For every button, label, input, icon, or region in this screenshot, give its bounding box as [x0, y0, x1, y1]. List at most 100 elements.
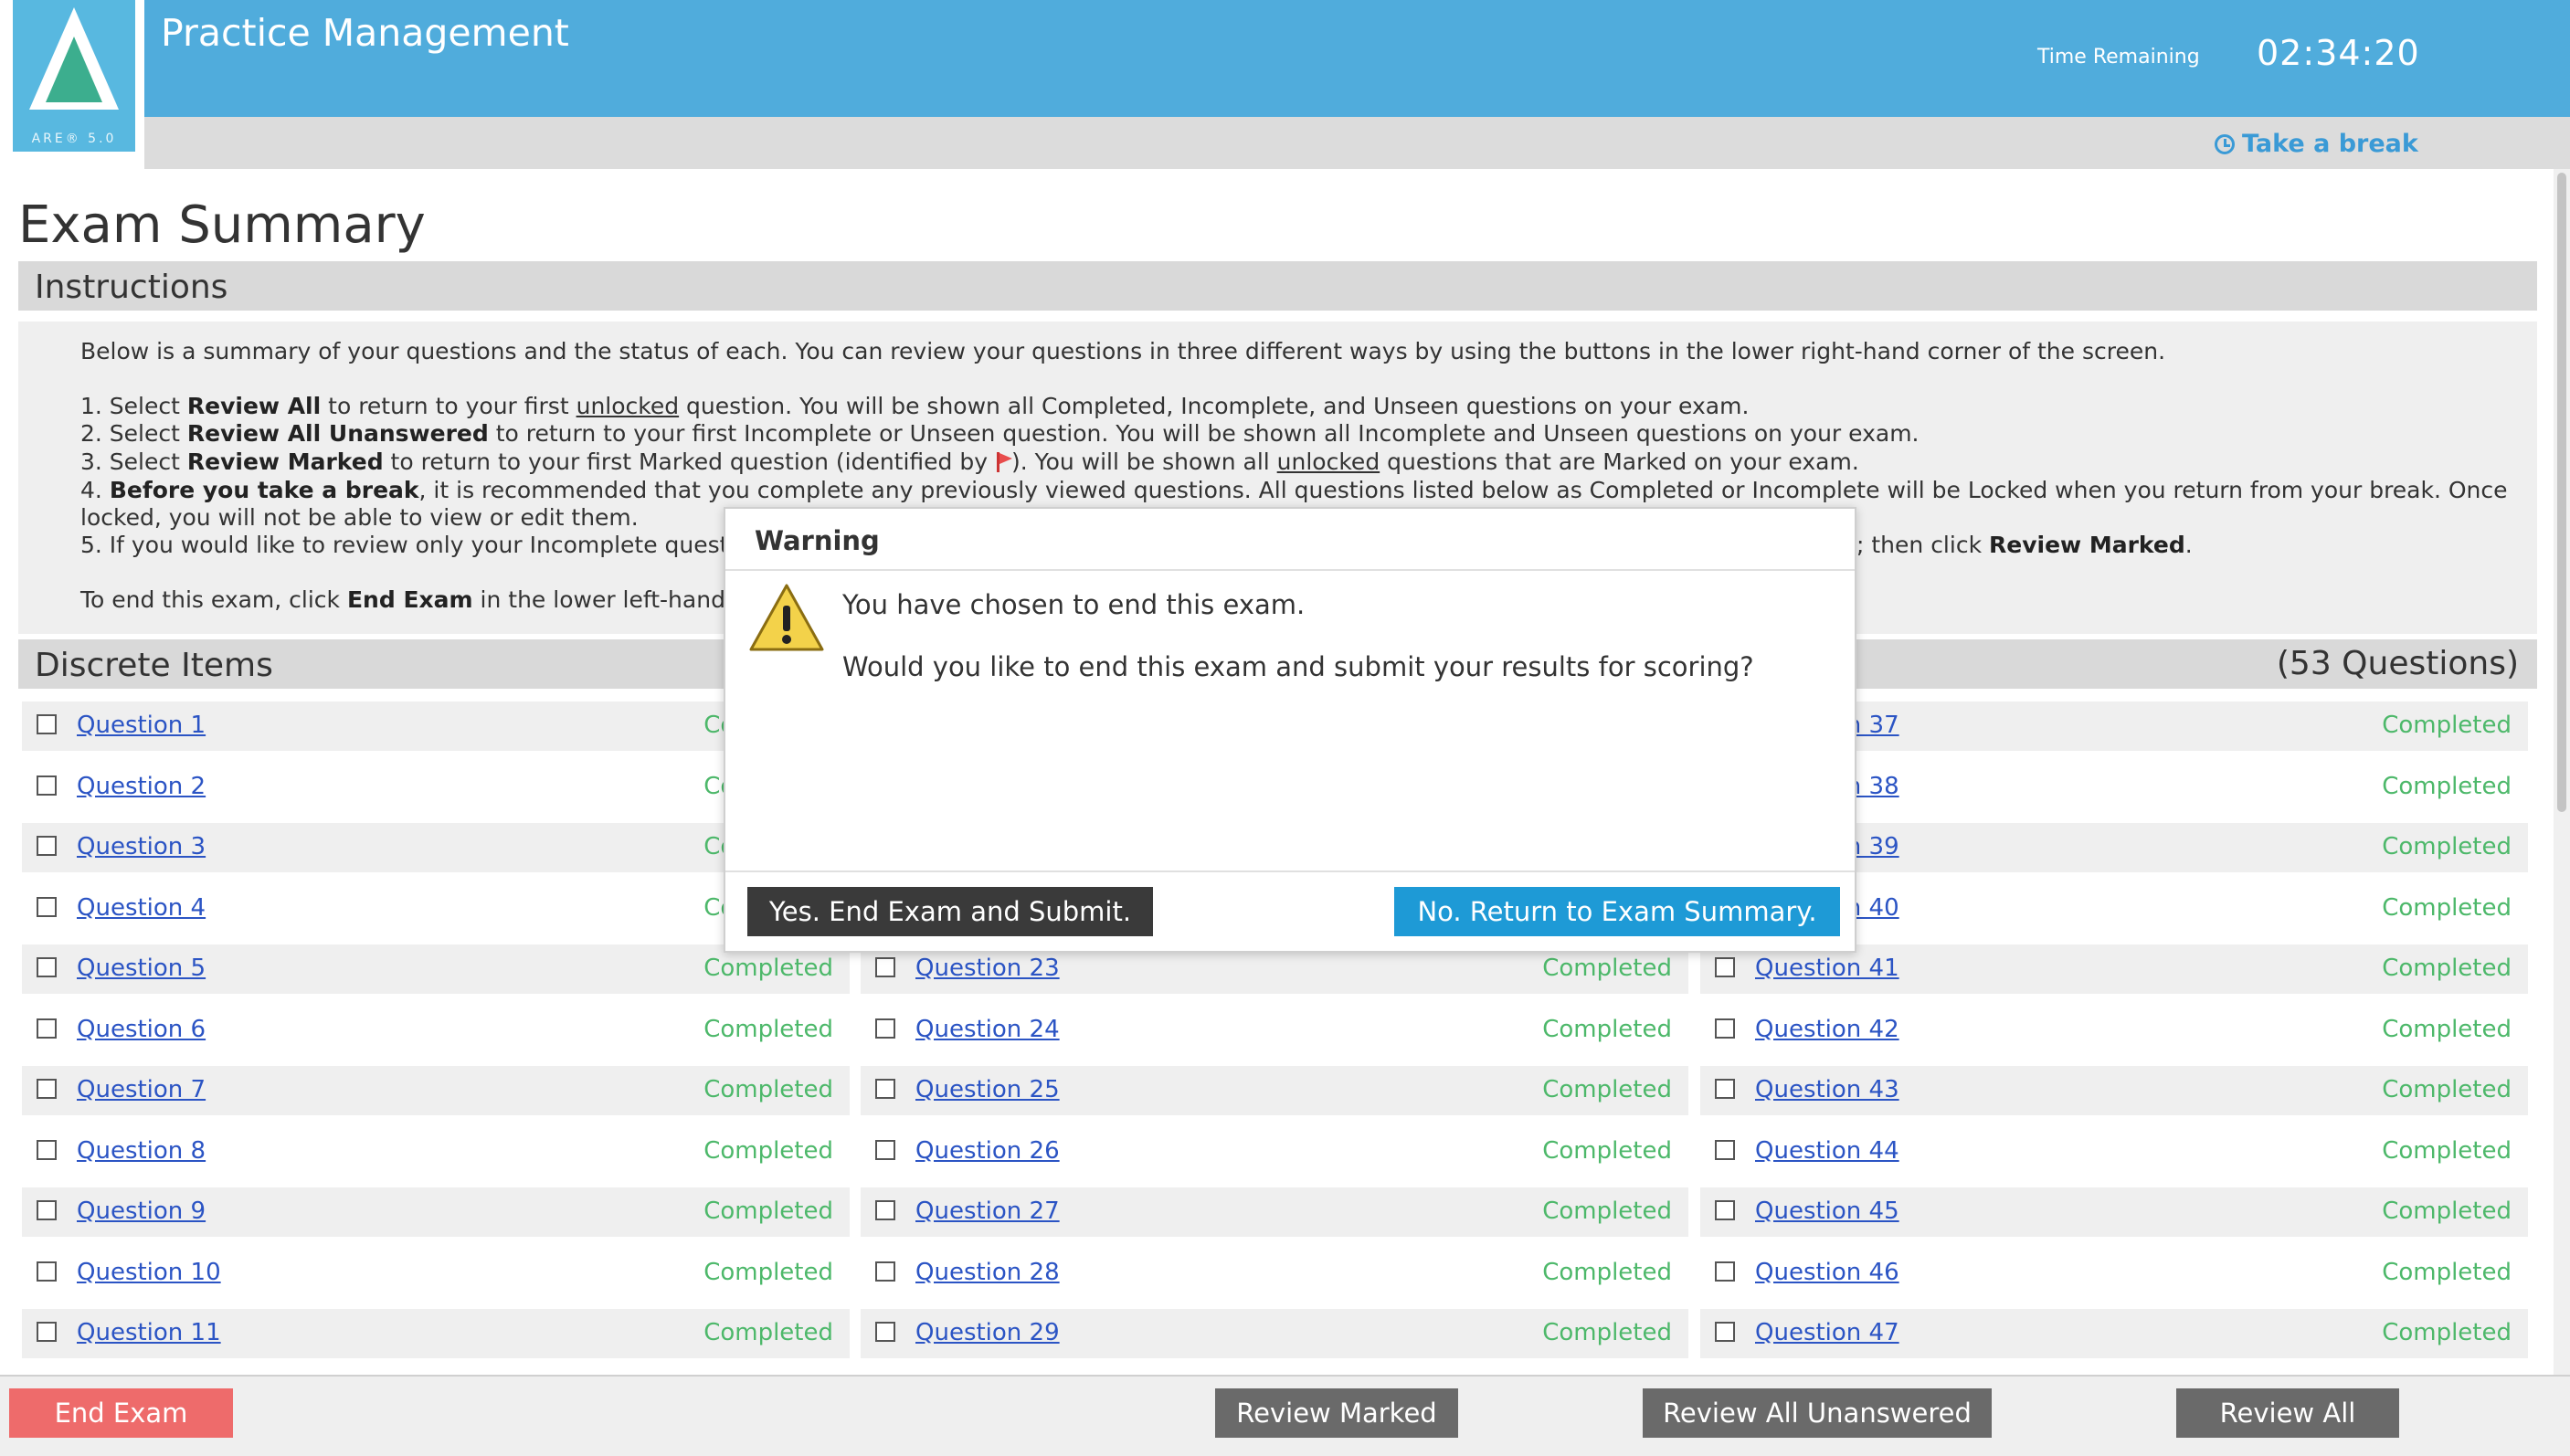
mark-checkbox[interactable]: [37, 1140, 57, 1160]
scrollbar-thumb[interactable]: [2557, 173, 2566, 812]
confirm-end-exam-button[interactable]: Yes. End Exam and Submit.: [747, 887, 1153, 936]
question-link[interactable]: Question 1: [77, 712, 206, 739]
review-all-unanswered-button[interactable]: Review All Unanswered: [1643, 1388, 1992, 1438]
question-status: Completed: [2382, 955, 2512, 982]
question-link[interactable]: Question 4: [77, 894, 206, 922]
end-exam-note: To end this exam, click End Exam in the …: [80, 586, 725, 613]
mark-checkbox[interactable]: [37, 1018, 57, 1039]
question-link[interactable]: Question 46: [1755, 1259, 1899, 1286]
question-status: Completed: [1542, 1198, 1672, 1225]
mark-checkbox[interactable]: [1715, 1200, 1735, 1220]
instruction-item-5: 5. If you would like to review only your…: [80, 532, 729, 558]
question-row: Question 9 Completed: [22, 1187, 850, 1237]
mark-checkbox[interactable]: [875, 1079, 895, 1099]
question-link[interactable]: Question 7: [77, 1076, 206, 1103]
question-row: Question 8 Completed: [22, 1127, 850, 1176]
question-status: Completed: [1542, 1016, 1672, 1043]
mark-checkbox[interactable]: [37, 897, 57, 917]
mark-checkbox[interactable]: [37, 1200, 57, 1220]
question-link[interactable]: Question 9: [77, 1198, 206, 1225]
question-status: Completed: [2382, 712, 2512, 739]
question-status: Completed: [2382, 773, 2512, 800]
question-row: Question 42 Completed: [1700, 1006, 2528, 1055]
question-link[interactable]: Question 24: [915, 1016, 1060, 1043]
mark-checkbox[interactable]: [1715, 1322, 1735, 1342]
instruction-item-3: 3. Select Review Marked to return to you…: [80, 448, 1859, 475]
app-title: Practice Management: [161, 11, 569, 55]
question-link[interactable]: Question 23: [915, 955, 1060, 982]
mark-checkbox[interactable]: [37, 714, 57, 734]
mark-checkbox[interactable]: [875, 1261, 895, 1282]
mark-checkbox[interactable]: [37, 836, 57, 856]
mark-checkbox[interactable]: [1715, 957, 1735, 977]
question-status: Completed: [2382, 833, 2512, 860]
question-row: Question 24 Completed: [861, 1006, 1688, 1055]
mark-checkbox[interactable]: [875, 957, 895, 977]
question-link[interactable]: Question 45: [1755, 1198, 1899, 1225]
mark-checkbox[interactable]: [1715, 1079, 1735, 1099]
question-link[interactable]: Question 11: [77, 1319, 221, 1346]
flag-icon: [995, 452, 1012, 472]
dialog-divider: [725, 569, 1855, 571]
question-link[interactable]: Question 42: [1755, 1016, 1899, 1043]
mark-checkbox[interactable]: [37, 957, 57, 977]
question-status: Completed: [703, 1259, 833, 1286]
page-scrollbar[interactable]: [2554, 169, 2570, 1375]
question-link[interactable]: Question 2: [77, 773, 206, 800]
review-all-button[interactable]: Review All: [2176, 1388, 2399, 1438]
question-link[interactable]: Question 25: [915, 1076, 1060, 1103]
time-remaining-label: Time Remaining: [2037, 46, 2200, 69]
question-link[interactable]: Question 29: [915, 1319, 1060, 1346]
question-link[interactable]: Question 5: [77, 955, 206, 982]
mark-checkbox[interactable]: [37, 775, 57, 796]
mark-checkbox[interactable]: [37, 1322, 57, 1342]
question-link[interactable]: Question 28: [915, 1259, 1060, 1286]
question-row: Question 44 Completed: [1700, 1127, 2528, 1176]
dialog-title: Warning: [755, 525, 880, 556]
mark-checkbox[interactable]: [875, 1322, 895, 1342]
mark-checkbox[interactable]: [1715, 1018, 1735, 1039]
review-marked-button[interactable]: Review Marked: [1215, 1388, 1458, 1438]
question-status: Completed: [703, 1319, 833, 1346]
mark-checkbox[interactable]: [37, 1261, 57, 1282]
instruction-item-4: 4. Before you take a break, it is recomm…: [80, 477, 2508, 503]
question-row: Question 11 Completed: [22, 1309, 850, 1358]
question-row: Question 45 Completed: [1700, 1187, 2528, 1237]
question-link[interactable]: Question 8: [77, 1137, 206, 1165]
question-row: Question 26 Completed: [861, 1127, 1688, 1176]
question-status: Completed: [1542, 955, 1672, 982]
question-row: Question 47 Completed: [1700, 1309, 2528, 1358]
mark-checkbox[interactable]: [875, 1140, 895, 1160]
end-exam-button[interactable]: End Exam: [9, 1388, 233, 1438]
warning-icon: [747, 582, 826, 659]
question-row: Question 27 Completed: [861, 1187, 1688, 1237]
question-count: (53 Questions): [2276, 645, 2519, 682]
mark-checkbox[interactable]: [1715, 1261, 1735, 1282]
question-link[interactable]: Question 26: [915, 1137, 1060, 1165]
mark-checkbox[interactable]: [875, 1018, 895, 1039]
time-remaining-value: 02:34:20: [2257, 33, 2420, 73]
question-link[interactable]: Question 43: [1755, 1076, 1899, 1103]
mark-checkbox[interactable]: [875, 1200, 895, 1220]
question-link[interactable]: Question 44: [1755, 1137, 1899, 1165]
take-break-link[interactable]: Take a break: [2215, 130, 2418, 158]
are-logo: ARE® 5.0: [13, 0, 135, 152]
question-link[interactable]: Question 41: [1755, 955, 1899, 982]
mark-checkbox[interactable]: [37, 1079, 57, 1099]
return-to-summary-button[interactable]: No. Return to Exam Summary.: [1394, 887, 1840, 936]
take-break-label: Take a break: [2242, 130, 2418, 158]
question-link[interactable]: Question 10: [77, 1259, 221, 1286]
question-link[interactable]: Question 6: [77, 1016, 206, 1043]
question-row: Question 29 Completed: [861, 1309, 1688, 1358]
mark-checkbox[interactable]: [1715, 1140, 1735, 1160]
question-link[interactable]: Question 27: [915, 1198, 1060, 1225]
instructions-header: Instructions: [18, 261, 2537, 311]
instruction-item-5-tail: ; then click Review Marked.: [1856, 532, 2193, 558]
question-status: Completed: [2382, 1198, 2512, 1225]
question-link[interactable]: Question 3: [77, 833, 206, 860]
dialog-message-1: You have chosen to end this exam.: [842, 589, 1306, 620]
question-row: Question 43 Completed: [1700, 1066, 2528, 1115]
question-link[interactable]: Question 47: [1755, 1319, 1899, 1346]
question-status: Completed: [1542, 1259, 1672, 1286]
question-status: Completed: [1542, 1137, 1672, 1165]
